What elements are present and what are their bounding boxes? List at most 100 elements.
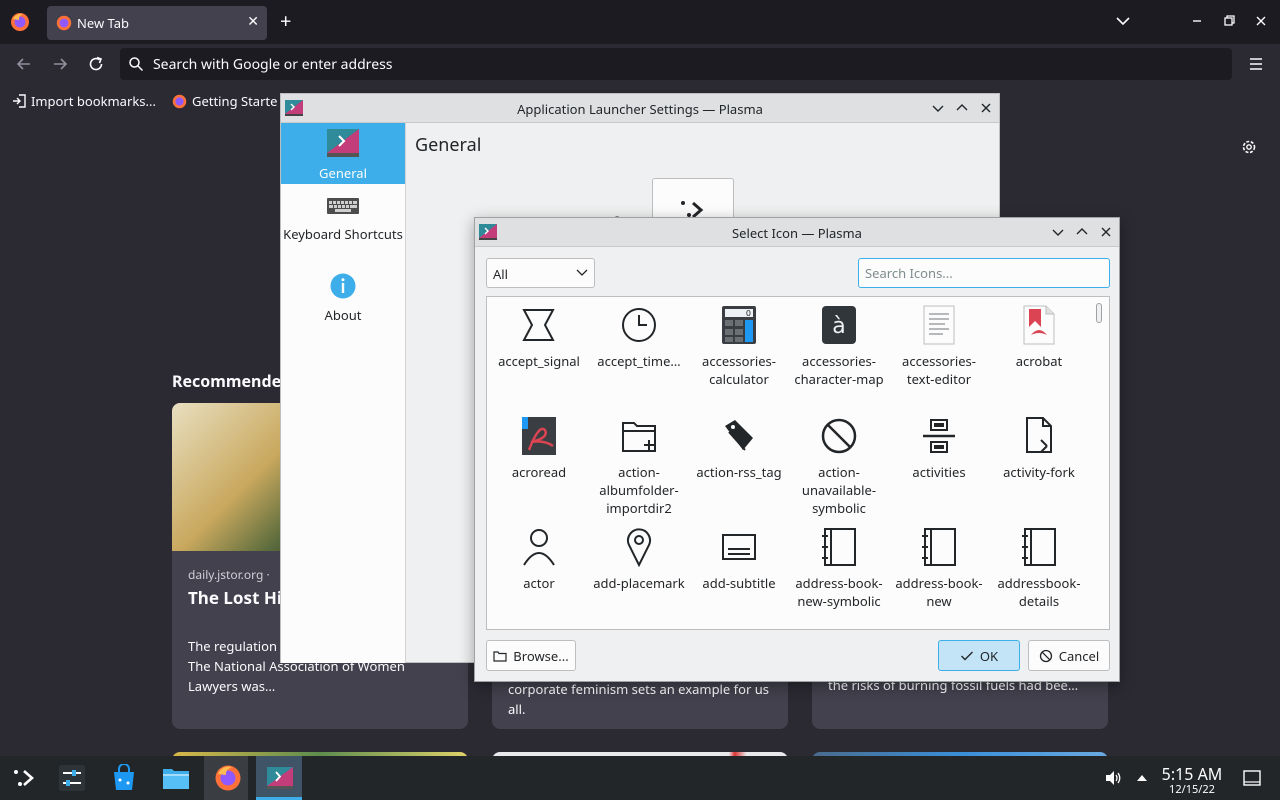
texteditor-icon <box>921 305 957 345</box>
window-close-icon[interactable] <box>1099 225 1113 239</box>
grid-scrollbar[interactable] <box>1094 301 1104 627</box>
icon-grid-label: action-rss_tag <box>696 463 782 481</box>
maximize-icon[interactable] <box>955 101 969 115</box>
scrollbar-thumb[interactable] <box>1096 303 1102 323</box>
charmap-icon: à <box>821 305 857 345</box>
icon-grid-item[interactable]: actor <box>489 519 589 629</box>
volume-icon[interactable] <box>1104 769 1122 787</box>
settings-sidebar: General Keyboard Shortcuts About <box>281 123 406 663</box>
taskbar-firefox[interactable] <box>204 756 248 800</box>
browser-nav-bar: Search with Google or enter address <box>0 44 1280 84</box>
icon-grid-item[interactable]: 0 accessories-calculator <box>689 297 789 408</box>
chevron-down-icon <box>576 269 588 276</box>
icon-grid-label: actor <box>523 574 555 592</box>
icon-grid-item[interactable]: address-book-new-symbolic <box>789 519 889 629</box>
bookmark-getting-started[interactable]: Getting Starte <box>172 92 277 110</box>
tab-new-tab[interactable]: New Tab ✕ <box>47 6 267 40</box>
new-tab-button[interactable]: + <box>280 10 291 32</box>
icon-grid-item[interactable]: action-rss_tag <box>689 408 789 519</box>
icon-grid-item[interactable]: address-book-new <box>889 519 989 629</box>
sidebar-item-keyboard-shortcuts[interactable]: Keyboard Shortcuts <box>281 193 405 263</box>
icon-grid-label: address-book-new-symbolic <box>795 574 883 610</box>
sidebar-item-general[interactable]: General <box>281 123 405 184</box>
subtitle-icon <box>721 527 757 567</box>
firefox-logo-icon[interactable] <box>10 12 30 32</box>
recommended-heading: Recommende <box>172 370 282 392</box>
icon-grid-item[interactable]: addressbook-details <box>989 519 1089 629</box>
icon-grid-label: acrobat <box>1015 352 1063 370</box>
icon-grid-item[interactable]: acrobat <box>989 297 1089 408</box>
bookmark-getting-started-label: Getting Starte <box>192 92 278 110</box>
folder-icon <box>163 769 189 789</box>
bookmark-import[interactable]: Import bookmarks... <box>12 92 156 110</box>
icon-grid-item[interactable]: acroread <box>489 408 589 519</box>
icon-grid-label: activity-fork <box>1003 463 1075 481</box>
search-icon <box>129 57 144 72</box>
icon-grid-label: address-book-new <box>895 574 983 610</box>
icon-grid-label: accessories-text-editor <box>902 352 976 388</box>
cancel-label: Cancel <box>1058 646 1100 665</box>
ok-label: OK <box>979 646 999 665</box>
list-all-tabs-icon[interactable] <box>1114 12 1132 30</box>
clock-date[interactable]: 12/15/22 <box>1150 782 1234 797</box>
sidebar-item-about[interactable]: About <box>281 273 405 324</box>
calculator-icon: 0 <box>721 305 757 345</box>
icon-grid-label: add-placemark <box>593 574 685 592</box>
gear-icon[interactable] <box>1240 138 1258 156</box>
taskbar-launcher-settings[interactable] <box>256 756 302 800</box>
clock-icon <box>621 305 657 345</box>
sidebar-item-label: Keyboard Shortcuts <box>283 225 403 243</box>
icon-grid-label: accessories-character-map <box>794 352 884 388</box>
hamburger-menu-icon[interactable] <box>1246 54 1266 74</box>
application-launcher-icon <box>14 770 34 786</box>
back-icon[interactable] <box>14 54 34 74</box>
maximize-icon[interactable] <box>1075 225 1089 239</box>
icon-grid-item[interactable]: action-unavailable-symbolic <box>789 408 889 519</box>
window-close-icon[interactable] <box>1252 12 1270 30</box>
icon-grid-item[interactable]: activities <box>889 408 989 519</box>
taskbar-system-settings[interactable] <box>48 756 92 800</box>
import-icon <box>13 94 26 108</box>
acroread-icon <box>521 416 557 456</box>
icon-category-value: All <box>493 265 509 283</box>
application-launcher-button[interactable] <box>0 756 44 800</box>
minimize-icon[interactable] <box>1051 225 1065 239</box>
taskbar-discover[interactable] <box>100 756 144 800</box>
tab-close-icon[interactable]: ✕ <box>247 12 259 31</box>
icon-grid-item[interactable]: accessories-text-editor <box>889 297 989 408</box>
icon-grid-item[interactable]: action-albumfolder-importdir2 <box>589 408 689 519</box>
icon-grid-item[interactable]: accept_signal <box>489 297 589 408</box>
window-close-icon[interactable] <box>979 101 993 115</box>
icon-grid-item[interactable]: add-subtitle <box>689 519 789 629</box>
minimize-icon[interactable] <box>1188 12 1206 30</box>
icon-grid-item[interactable]: activity-fork <box>989 408 1089 519</box>
minimize-icon[interactable] <box>931 101 945 115</box>
taskbar-dolphin[interactable] <box>152 756 196 800</box>
restore-icon[interactable] <box>1220 12 1238 30</box>
svg-text:0: 0 <box>746 309 751 318</box>
settings-titlebar[interactable]: Application Launcher Settings — Plasma <box>281 94 999 123</box>
info-icon <box>330 273 356 299</box>
chevron-up-icon[interactable] <box>1135 771 1149 785</box>
folder-plus-icon <box>621 416 657 456</box>
icon-grid-item[interactable]: à accessories-character-map <box>789 297 889 408</box>
url-bar[interactable]: Search with Google or enter address <box>120 48 1232 80</box>
cancel-button[interactable]: Cancel <box>1028 640 1110 671</box>
folder-icon <box>493 650 507 662</box>
reload-icon[interactable] <box>86 54 106 74</box>
story-source: daily.jstor.org · <box>188 566 270 583</box>
forward-icon[interactable] <box>50 54 70 74</box>
ok-button[interactable]: OK <box>938 640 1020 671</box>
dialog-titlebar[interactable]: Select Icon — Plasma <box>475 218 1119 247</box>
show-desktop-icon[interactable] <box>1242 769 1262 787</box>
icon-grid-item[interactable]: add-placemark <box>589 519 689 629</box>
browser-tab-bar: New Tab ✕ + <box>0 0 1280 44</box>
search-icons-input[interactable] <box>858 258 1110 288</box>
discover-store-icon <box>114 764 134 790</box>
icon-grid-item[interactable]: accept_time… <box>589 297 689 408</box>
icon-grid: accept_signal accept_time… 0 accessories-ca… <box>486 296 1110 630</box>
tag-icon <box>721 416 757 456</box>
icon-grid-label: accept_signal <box>498 352 580 370</box>
icon-category-select[interactable]: All <box>486 258 595 288</box>
browse-button[interactable]: Browse... <box>486 640 576 671</box>
